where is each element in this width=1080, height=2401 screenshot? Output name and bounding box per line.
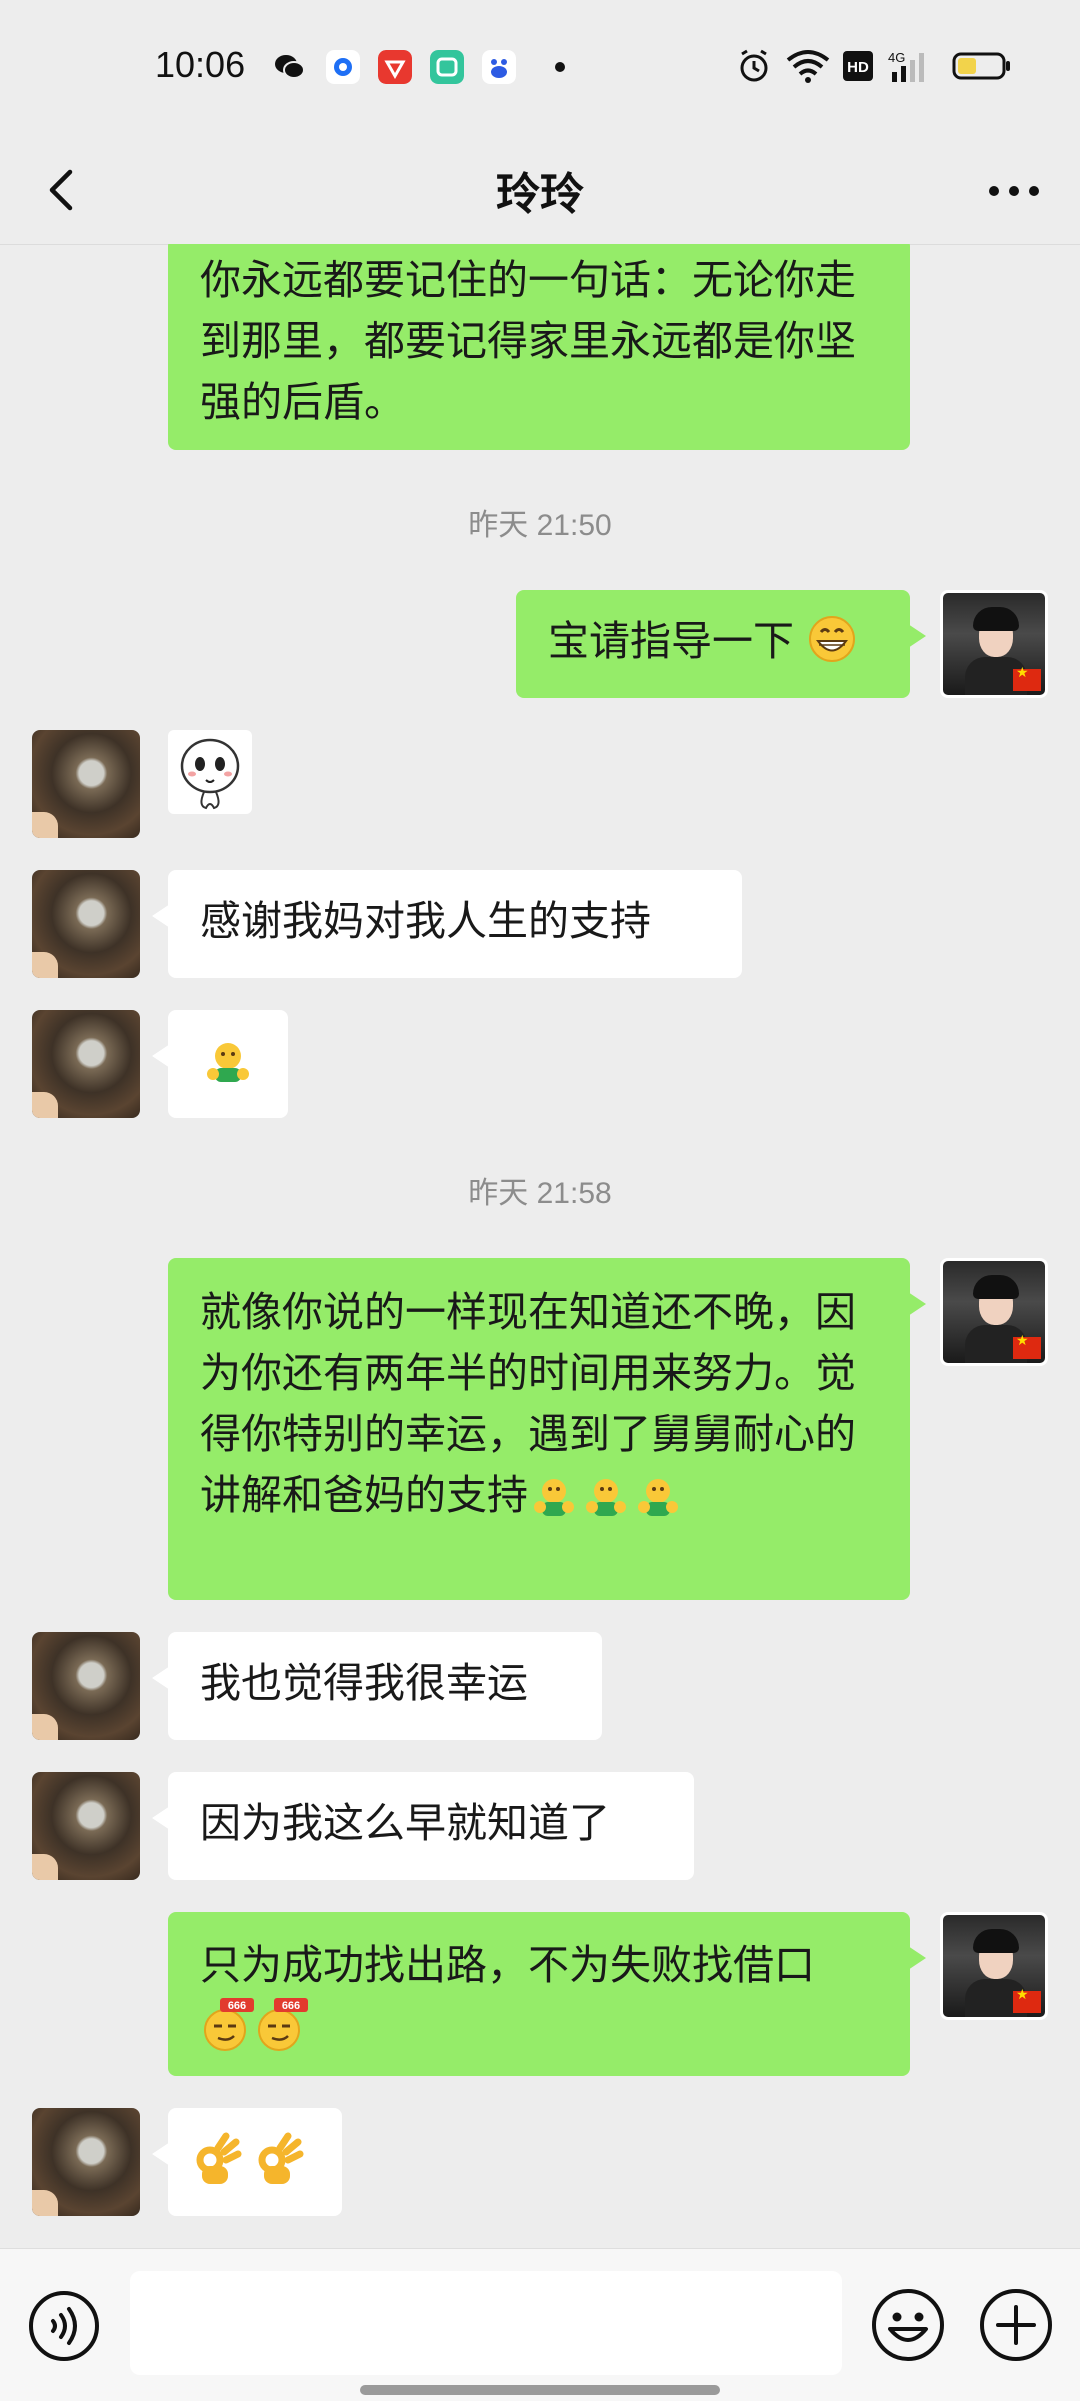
- more-notifications-dot-icon: [555, 62, 565, 72]
- svg-text:HD: HD: [847, 59, 869, 76]
- voice-input-icon[interactable]: [27, 2289, 101, 2363]
- svg-text:666: 666: [282, 2000, 300, 2012]
- message-bubble-received[interactable]: 感谢我妈对我人生的支持: [152, 870, 742, 978]
- emoji-face-icon[interactable]: [870, 2287, 946, 2363]
- avatar-self[interactable]: [940, 590, 1048, 698]
- avatar-contact[interactable]: [32, 870, 140, 978]
- message-text-input[interactable]: [130, 2271, 842, 2375]
- browser-notification-icon: [326, 50, 360, 84]
- hug-emoji-icon: [586, 1479, 626, 1516]
- message-text: 我也觉得我很幸运: [200, 1659, 528, 1707]
- avatar-self[interactable]: [940, 1258, 1048, 1366]
- chat-header: 玲玲: [0, 136, 1080, 245]
- message-bubble-sent[interactable]: 你永远都要记住的一句话：无论你走到那里，都要记得家里永远都是你坚强的后盾。: [168, 244, 910, 450]
- timestamp: 昨天 21:50: [468, 509, 612, 542]
- message-text: 感谢我妈对我人生的支持: [200, 897, 651, 945]
- hd-voice-icon: HD: [843, 51, 873, 81]
- battery-icon: [952, 52, 1010, 80]
- avatar-contact[interactable]: [32, 2108, 140, 2216]
- app-notification-icon: [378, 50, 412, 84]
- gallery-notification-icon: [430, 50, 464, 84]
- message-bubble-sent[interactable]: 只为成功找出路，不为失败找借口 666 666: [168, 1912, 926, 2076]
- avatar-self[interactable]: [940, 1912, 1048, 2020]
- grin-emoji-icon: [809, 616, 856, 662]
- message-text: 你永远都要记住的一句话：无论你走到那里，都要记得家里永远都是你坚强的后盾。: [200, 256, 856, 426]
- status-time: 10:06: [155, 44, 246, 85]
- message-bubble-received[interactable]: 我也觉得我很幸运: [152, 1632, 602, 1740]
- wechat-notification-icon: [275, 55, 305, 79]
- svg-text:666: 666: [228, 2000, 246, 2012]
- avatar-contact[interactable]: [32, 1632, 140, 1740]
- ok-hand-emoji-icon: [196, 2132, 304, 2184]
- sticker-message[interactable]: [168, 730, 252, 814]
- chat-title[interactable]: 玲玲: [0, 158, 1080, 222]
- message-text: 只为成功找出路，不为失败找借口: [200, 1941, 815, 1989]
- avatar-contact[interactable]: [32, 730, 140, 838]
- message-text: 宝请指导一下: [548, 617, 794, 665]
- svg-text:4G: 4G: [888, 50, 905, 65]
- hug-emoji-icon: [534, 1479, 574, 1516]
- smirk-666-emoji-icon: 666: [204, 1998, 254, 2051]
- plus-circle-icon[interactable]: [978, 2287, 1054, 2363]
- face-sticker-icon: [180, 738, 240, 810]
- timestamp: 昨天 21:58: [468, 1177, 612, 1210]
- cellular-signal-icon: 4G: [888, 50, 924, 82]
- message-input-bar: [0, 2248, 1080, 2401]
- smirk-666-emoji-icon: 666: [258, 1998, 308, 2051]
- home-indicator[interactable]: [360, 2385, 720, 2395]
- hug-emoji-icon: [638, 1479, 678, 1516]
- more-dots-icon[interactable]: [984, 166, 1044, 216]
- message-bubble-received[interactable]: 因为我这么早就知道了: [152, 1772, 694, 1880]
- status-bar: 10:06 HD 4G: [0, 0, 1080, 136]
- message-text: 因为我这么早就知道了: [200, 1799, 610, 1847]
- message-bubble-sent[interactable]: 就像你说的一样现在知道还不晚，因为你还有两年半的时间用来努力。觉得你特别的幸运，…: [168, 1258, 926, 1600]
- message-bubble-received[interactable]: [152, 2108, 342, 2216]
- hug-emoji-icon: [207, 1043, 249, 1082]
- message-list[interactable]: 你永远都要记住的一句话：无论你走到那里，都要记得家里永远都是你坚强的后盾。 昨天…: [0, 244, 1080, 2242]
- message-bubble-sent[interactable]: 宝请指导一下: [516, 590, 926, 698]
- wifi-icon: [786, 50, 830, 83]
- message-bubble-received[interactable]: [152, 1010, 288, 1118]
- baidu-notification-icon: [482, 50, 516, 84]
- alarm-icon: [740, 49, 768, 82]
- avatar-contact[interactable]: [32, 1010, 140, 1118]
- avatar-contact[interactable]: [32, 1772, 140, 1880]
